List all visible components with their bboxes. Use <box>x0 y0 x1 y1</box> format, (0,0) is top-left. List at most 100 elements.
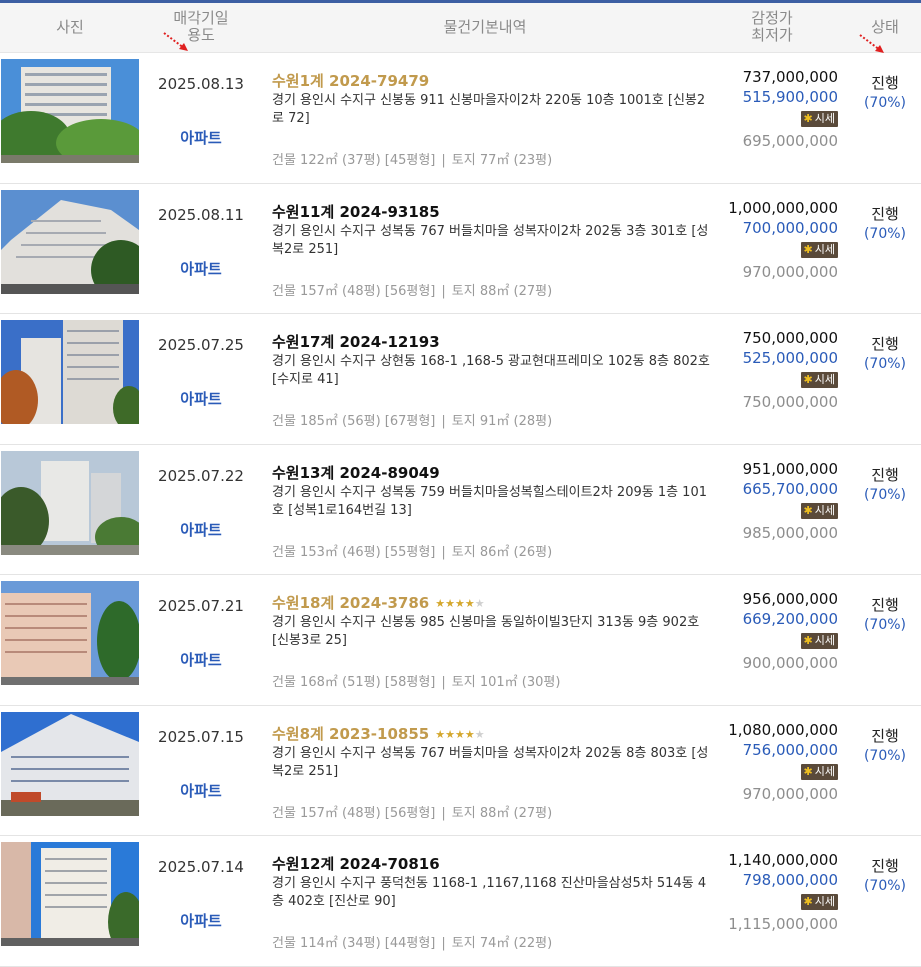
property-address: 경기 용인시 수지구 풍덕천동 1168-1 ,1167,1168 진산마을삼성… <box>272 876 707 909</box>
rating-stars: ★★★★★ <box>435 728 484 741</box>
status-block: 진행 (70%) <box>850 726 920 766</box>
building-area: 건물 168㎡ (51평) [58평형] <box>272 675 436 690</box>
table-row[interactable]: 2025.08.13 아파트 수원1계 2024-79479 경기 용인시 수지구 신… <box>0 53 921 184</box>
area-info: 건물 168㎡ (51평) [58평형] | 토지 101㎡ (30평) <box>272 671 560 690</box>
price-block: 956,000,000 669,200,000 ✱ 시세 900,000,000 <box>743 589 838 673</box>
market-quote-button[interactable]: ✱ 시세 <box>800 372 838 388</box>
quote-icon: ✱ <box>803 764 813 778</box>
usage-type: 아파트 <box>180 912 222 930</box>
price-block: 1,140,000,000 798,000,000 ✱ 시세 1,115,000,000 <box>728 850 838 934</box>
quote-icon: ✱ <box>803 373 813 386</box>
minimum-price: 700,000,000 <box>742 218 838 237</box>
quote-icon: ✱ <box>803 895 813 908</box>
property-info: 수원13계 2024-89049 경기 용인시 수지구 성복동 759 버들치마을… <box>272 463 712 560</box>
appraisal-price: 737,000,000 <box>742 68 838 86</box>
header-appraisal-label: 감정가 <box>751 9 793 27</box>
status-block: 진행 (70%) <box>850 465 920 505</box>
auction-date: 2025.07.25 <box>158 336 244 354</box>
building-area: 건물 157㎡ (48평) [56평형] <box>272 805 436 821</box>
separator: | <box>441 153 446 168</box>
area-info: 건물 122㎡ (37평) [45평형] | 토지 77㎡ (23평) <box>272 149 552 168</box>
star-icon: ★ <box>445 727 455 741</box>
property-photo[interactable] <box>1 320 139 424</box>
star-icon: ★ <box>454 597 465 610</box>
quote-icon: ✱ <box>803 634 813 647</box>
appraisal-price: 951,000,000 <box>742 459 838 478</box>
property-photo[interactable] <box>1 450 139 555</box>
property-photo[interactable] <box>1 581 139 685</box>
property-address: 경기 용인시 수지구 성복동 759 버들치마을성복힐스테이트2차 209동 1… <box>272 484 707 518</box>
separator: | <box>441 283 446 299</box>
status-block: 진행 (70%) <box>850 73 920 113</box>
status-percent: (70%) <box>863 356 907 372</box>
appraisal-price: 1,140,000,000 <box>728 851 838 869</box>
status-percent: (70%) <box>863 225 907 242</box>
land-area: 토지 74㎡ (22평) <box>451 936 553 951</box>
quote-label: 시세 <box>814 764 835 778</box>
appraisal-price: 1,080,000,000 <box>728 720 838 739</box>
price-block: 1,080,000,000 756,000,000 ✱ 시세 970,000,000 <box>728 720 838 804</box>
status-percent: (70%) <box>863 747 907 764</box>
header-price[interactable]: 감정가 최저가 <box>720 10 824 44</box>
quote-label: 시세 <box>814 112 835 125</box>
appraisal-price: 956,000,000 <box>742 590 838 608</box>
land-area: 토지 86㎡ (26평) <box>451 544 553 560</box>
star-icon: ★ <box>435 727 446 741</box>
separator: | <box>441 805 446 821</box>
table-row[interactable]: 2025.07.14 아파트 수원12계 2024-70816 경기 용인시 수지구 … <box>0 836 921 967</box>
property-address: 경기 용인시 수지구 신봉동 911 신봉마을자이2차 220동 10층 100… <box>272 93 706 126</box>
auction-date: 2025.07.14 <box>158 858 244 876</box>
status-percent: (70%) <box>863 878 907 894</box>
property-photo[interactable] <box>1 59 139 163</box>
table-row[interactable]: 2025.07.25 아파트 수원17계 2024-12193 경기 용인시 수지구 … <box>0 314 921 445</box>
price-block: 951,000,000 665,700,000 ✱ 시세 985,000,000 <box>743 459 838 543</box>
usage-type: 아파트 <box>180 259 222 278</box>
market-price: 970,000,000 <box>742 262 838 281</box>
auction-date: 2025.07.21 <box>158 597 244 615</box>
table-header: 사진 매각기일 용도 물건기본내역 감정가 최저가 상태 <box>0 3 921 53</box>
status-block: 진행 (70%) <box>850 595 920 635</box>
market-price: 750,000,000 <box>742 393 838 411</box>
quote-label: 시세 <box>814 242 835 256</box>
table-row[interactable]: 2025.07.15 아파트 수원8계 2023-10855 ★★★★★ 경기 용인시 … <box>0 706 921 836</box>
property-info: 수원17계 2024-12193 경기 용인시 수지구 상현동 168-1 ,16… <box>272 332 712 429</box>
case-number-link[interactable]: 수원1계 2024-79479 <box>272 72 429 90</box>
status-block: 진행 (70%) <box>850 334 920 374</box>
table-row[interactable]: 2025.08.11 아파트 수원11계 2024-93185 경기 용인시 수지구 … <box>0 184 921 314</box>
property-info: 수원18계 2024-3786 ★★★★★ 경기 용인시 수지구 신봉동 985 신… <box>272 593 712 690</box>
property-photo[interactable] <box>1 711 139 816</box>
price-block: 737,000,000 515,900,000 ✱ 시세 695,000,000 <box>743 67 838 151</box>
case-number-link[interactable]: 수원17계 2024-12193 <box>272 333 440 351</box>
table-row[interactable]: 2025.07.21 아파트 수원18계 2024-3786 ★★★★★ 경기 용인시 … <box>0 575 921 706</box>
land-area: 토지 77㎡ (23평) <box>451 153 553 168</box>
area-info: 건물 157㎡ (48평) [56평형] | 토지 88㎡ (27평) <box>272 802 552 821</box>
usage-type: 아파트 <box>180 129 222 147</box>
market-quote-button[interactable]: ✱ 시세 <box>800 763 838 780</box>
case-number-link[interactable]: 수원8계 2023-10855 <box>272 725 429 743</box>
land-area: 토지 101㎡ (30평) <box>451 675 561 690</box>
header-minimum-label: 최저가 <box>751 26 793 44</box>
case-number-link[interactable]: 수원18계 2024-3786 <box>272 594 429 612</box>
quote-label: 시세 <box>814 373 835 386</box>
market-quote-button[interactable]: ✱ 시세 <box>800 502 838 519</box>
separator: | <box>441 414 446 429</box>
land-area: 토지 88㎡ (27평) <box>451 283 553 299</box>
status-text: 진행 <box>871 204 899 223</box>
table-row[interactable]: 2025.07.22 아파트 수원13계 2024-89049 경기 용인시 수지구 … <box>0 445 921 575</box>
market-quote-button[interactable]: ✱ 시세 <box>800 111 838 127</box>
minimum-price: 669,200,000 <box>742 610 838 628</box>
market-quote-button[interactable]: ✱ 시세 <box>800 241 838 258</box>
quote-label: 시세 <box>814 634 835 647</box>
star-icon: ★ <box>474 727 485 741</box>
market-quote-button[interactable]: ✱ 시세 <box>800 894 838 910</box>
case-number-link[interactable]: 수원12계 2024-70816 <box>272 855 440 873</box>
case-number-link[interactable]: 수원13계 2024-89049 <box>272 464 440 482</box>
case-number-link[interactable]: 수원11계 2024-93185 <box>272 203 440 221</box>
market-quote-button[interactable]: ✱ 시세 <box>800 633 838 649</box>
price-block: 750,000,000 525,000,000 ✱ 시세 750,000,000 <box>743 328 838 412</box>
property-photo[interactable] <box>1 842 139 946</box>
property-photo[interactable] <box>1 189 139 294</box>
status-block: 진행 (70%) <box>850 856 920 896</box>
star-icon: ★ <box>435 597 446 610</box>
building-area: 건물 185㎡ (56평) [67평형] <box>272 414 436 429</box>
